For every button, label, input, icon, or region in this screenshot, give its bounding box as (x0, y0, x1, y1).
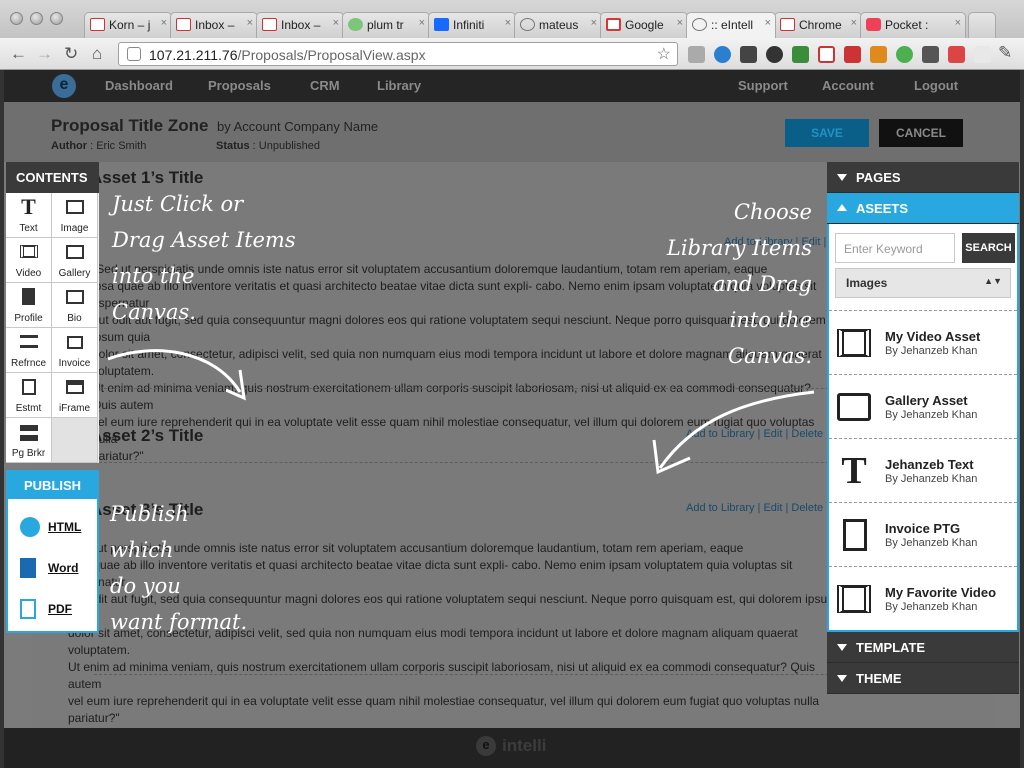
browser-tab[interactable]: Inbox – × (256, 12, 344, 38)
browser-toolbar: ← → ↻ ⌂ 107.21.211.76/Proposals/Proposal… (0, 38, 1024, 70)
home-icon[interactable]: ⌂ (92, 44, 102, 64)
browser-tab[interactable]: Chrome × (774, 12, 862, 38)
arrow-left (107, 349, 242, 393)
browser-tab[interactable]: Google × (600, 12, 688, 38)
browser-tab[interactable]: plum tr × (342, 12, 430, 38)
close-tab-icon[interactable]: × (591, 17, 597, 29)
browser-tab[interactable]: mateus × (514, 12, 602, 38)
minimize-window-icon[interactable] (30, 12, 43, 25)
globe-icon (692, 18, 707, 31)
annotation-arrows (107, 349, 815, 475)
extension-icon[interactable] (870, 46, 887, 63)
gmail-icon (262, 18, 277, 31)
gmail-icon (90, 18, 105, 31)
pocket-icon[interactable] (922, 46, 939, 63)
close-tab-icon[interactable]: × (247, 17, 253, 29)
gmail-icon[interactable] (818, 46, 835, 63)
close-window-icon[interactable] (10, 12, 23, 25)
close-tab-icon[interactable]: × (419, 17, 425, 29)
behance-icon (434, 18, 449, 31)
gmail-icon (176, 18, 191, 31)
skype-icon[interactable] (714, 46, 731, 63)
browser-tab-strip: Korn – j × Inbox – × Inbox – × plum tr × I… (0, 0, 1024, 38)
browser-tab[interactable]: Infiniti × (428, 12, 516, 38)
shield-icon[interactable] (948, 46, 965, 63)
status-dot-icon[interactable] (896, 46, 913, 63)
translate-icon[interactable] (792, 46, 809, 63)
forward-icon[interactable]: → (36, 44, 53, 64)
google-icon (606, 18, 621, 31)
close-tab-icon[interactable]: × (851, 17, 857, 29)
new-tab-button[interactable] (968, 12, 996, 38)
search-icon[interactable] (766, 46, 783, 63)
google-plus-icon[interactable] (740, 46, 757, 63)
globe-icon (520, 18, 535, 31)
cloud-icon (348, 18, 363, 31)
wrench-menu-icon[interactable]: ✎ (998, 43, 1012, 63)
page-icon (127, 47, 141, 61)
extension-icon[interactable] (688, 46, 705, 63)
reload-icon[interactable]: ↻ (64, 44, 78, 64)
browser-tab-active[interactable]: :: eIntell × (686, 12, 776, 38)
back-icon[interactable]: ← (10, 44, 27, 64)
browser-tab[interactable]: Korn – j × (84, 12, 172, 38)
close-tab-icon[interactable]: × (955, 17, 961, 29)
browser-tab[interactable]: Pocket : × (860, 12, 966, 38)
pocket-icon (866, 18, 881, 31)
close-tab-icon[interactable]: × (505, 17, 511, 29)
arrow-right (658, 390, 815, 469)
close-tab-icon[interactable]: × (161, 17, 167, 29)
close-tab-icon[interactable]: × (677, 17, 683, 29)
chrome-icon (780, 18, 795, 31)
close-tab-icon[interactable]: × (765, 17, 771, 29)
close-tab-icon[interactable]: × (333, 17, 339, 29)
app-page: e Dashboard Proposals CRM Library Suppor… (4, 70, 1020, 768)
zoom-window-icon[interactable] (50, 12, 63, 25)
extension-icon[interactable] (974, 46, 991, 63)
bookmark-star-icon[interactable]: ☆ (657, 44, 671, 64)
address-bar[interactable]: 107.21.211.76/Proposals/ProposalView.asp… (118, 42, 678, 66)
browser-tab[interactable]: Inbox – × (170, 12, 258, 38)
bookmark-icon[interactable] (844, 46, 861, 63)
